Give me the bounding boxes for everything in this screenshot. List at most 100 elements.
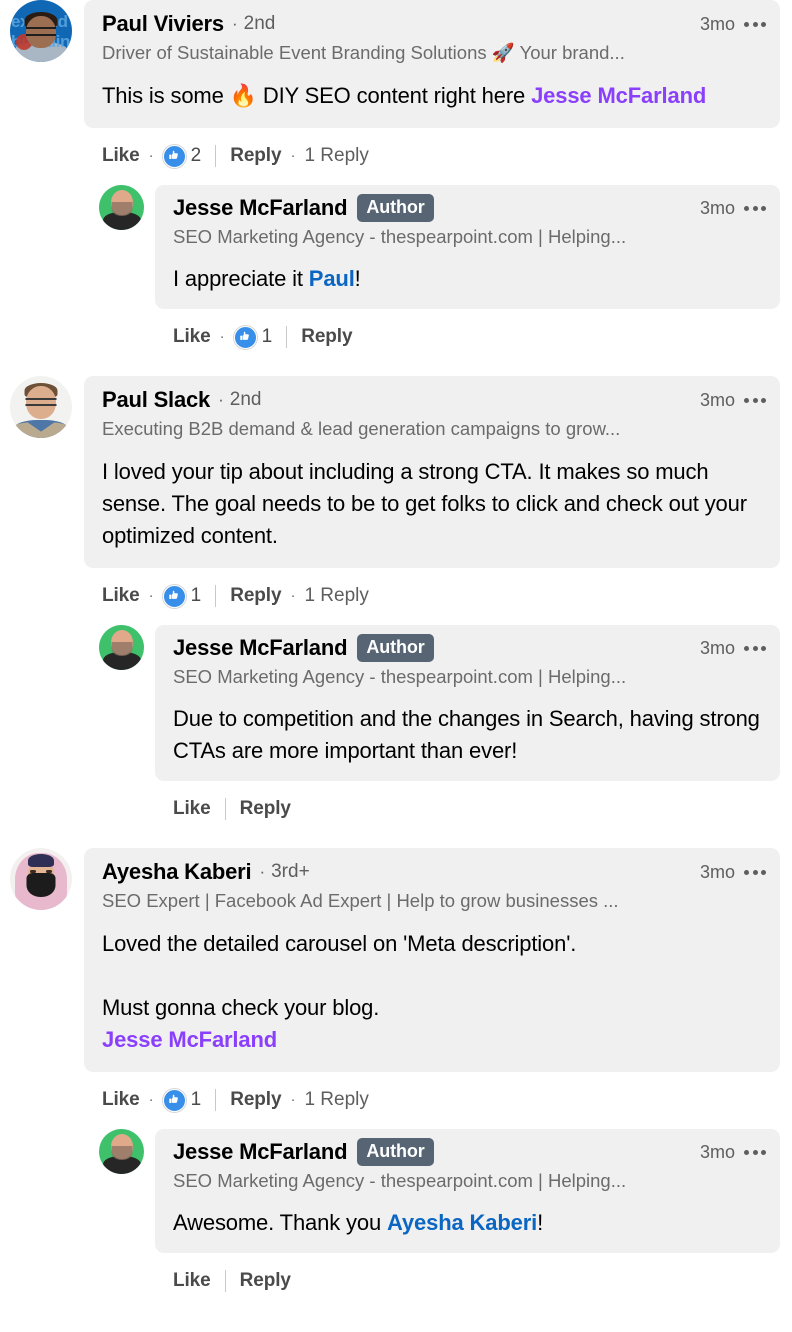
actions-divider: [215, 1089, 217, 1111]
comment-options-menu-icon[interactable]: [744, 644, 766, 653]
comment-bubble: Jesse McFarland Author SEO Marketing Agenc…: [155, 1129, 780, 1253]
like-button[interactable]: Like: [173, 325, 211, 349]
like-button[interactable]: Like: [173, 1269, 211, 1293]
timestamp: 3mo: [699, 1142, 735, 1162]
like-button[interactable]: Like: [102, 144, 140, 168]
reaction-summary[interactable]: 1: [162, 584, 202, 608]
avatar-wrapper: [99, 185, 144, 230]
degree-separator: ·: [259, 862, 266, 881]
avatar-beard: [111, 202, 132, 216]
action-dot: ·: [148, 147, 154, 164]
reaction-count: 1: [261, 326, 273, 347]
comment-text: I loved your tip about including a stron…: [102, 459, 753, 548]
comment-body: Ayesha Kaberi · 3rd+ SEO Expert | Facebook …: [84, 848, 780, 1115]
reaction-summary[interactable]: 2: [162, 144, 202, 168]
reply-button[interactable]: Reply: [230, 144, 281, 168]
timestamp: 3mo: [699, 638, 735, 658]
like-button[interactable]: Like: [102, 584, 140, 608]
avatar-wrapper: [99, 625, 144, 670]
comment-body: Paul Slack · 2nd Executing B2B demand & lea…: [84, 376, 780, 611]
reply-button[interactable]: Reply: [301, 325, 352, 349]
comment-identity: Jesse McFarland Author SEO Marketing Agenc…: [173, 194, 626, 250]
avatar-wrapper: expand branding: [10, 0, 72, 62]
author-name[interactable]: Jesse McFarland: [173, 634, 348, 662]
actions-divider: [224, 798, 226, 820]
comment-bubble: Jesse McFarland Author SEO Marketing Agenc…: [155, 625, 780, 781]
reaction-count: 1: [190, 1089, 202, 1110]
connection-degree: 3rd+: [271, 861, 310, 882]
author-headline: Executing B2B demand & lead generation c…: [102, 418, 621, 439]
comment-text: Awesome. Thank you Ayesha Kaberi!: [173, 1210, 544, 1235]
comment-text: Loved the detailed carousel on 'Meta des…: [102, 931, 577, 1052]
comment-header: Jesse McFarland Author SEO Marketing Agenc…: [173, 194, 766, 250]
reaction-summary[interactable]: 1: [233, 325, 273, 349]
reaction-count: 1: [190, 585, 202, 606]
comment-meta: 3mo: [700, 10, 766, 35]
comment-options-menu-icon[interactable]: [744, 1148, 766, 1157]
mention-link-blue[interactable]: Ayesha Kaberi: [387, 1210, 537, 1235]
comment-options-menu-icon[interactable]: [744, 20, 766, 29]
comment-options-menu-icon[interactable]: [744, 868, 766, 877]
timestamp: 3mo: [699, 14, 735, 34]
comment-bubble: Jesse McFarland Author SEO Marketing Agenc…: [155, 185, 780, 309]
actions-divider: [215, 585, 217, 607]
comment-identity: Jesse McFarland Author SEO Marketing Agenc…: [173, 1138, 626, 1194]
author-name[interactable]: Paul Slack: [102, 386, 210, 414]
comment-options-menu-icon[interactable]: [744, 396, 766, 405]
author-name[interactable]: Paul Viviers: [102, 10, 224, 38]
comment-body: Jesse McFarland Author SEO Marketing Agenc…: [155, 185, 780, 352]
author-headline: SEO Expert | Facebook Ad Expert | Help t…: [102, 890, 619, 911]
replies-count[interactable]: 1 Reply: [304, 144, 368, 168]
comment-header: Ayesha Kaberi · 3rd+ SEO Expert | Facebook …: [102, 858, 766, 914]
degree-separator: ·: [218, 390, 224, 409]
action-dot: ·: [290, 587, 296, 604]
reaction-count: 2: [190, 145, 202, 166]
mention-link-purple[interactable]: Jesse McFarland: [102, 1027, 277, 1052]
avatar-ayesha-kaberi[interactable]: [10, 848, 72, 910]
comment-meta: 3mo: [700, 194, 766, 219]
avatar-wrapper: [10, 848, 72, 910]
author-name[interactable]: Ayesha Kaberi: [102, 858, 252, 886]
reply-button[interactable]: Reply: [230, 584, 281, 608]
reply-button[interactable]: Reply: [240, 1269, 291, 1293]
like-button[interactable]: Like: [173, 797, 211, 821]
connection-degree: 2nd: [243, 13, 276, 34]
mention-link-blue[interactable]: Paul: [309, 266, 355, 291]
author-headline: SEO Marketing Agency - thespearpoint.com…: [173, 1170, 627, 1191]
comment-bubble: Ayesha Kaberi · 3rd+ SEO Expert | Facebook …: [84, 848, 780, 1072]
avatar-jesse-mcfarland[interactable]: [99, 625, 144, 670]
avatar-face-mask: [26, 873, 56, 897]
author-badge: Author: [357, 634, 434, 662]
replies-count[interactable]: 1 Reply: [304, 584, 368, 608]
comment-actions: Like · 1 Reply · 1 Reply: [84, 568, 780, 611]
like-button[interactable]: Like: [102, 1088, 140, 1112]
comment-text: I appreciate it Paul!: [173, 266, 361, 291]
avatar-paul-slack[interactable]: [10, 376, 72, 438]
avatar-jesse-mcfarland[interactable]: [99, 1129, 144, 1174]
comment-options-menu-icon[interactable]: [744, 204, 766, 213]
author-name[interactable]: Jesse McFarland: [173, 194, 348, 222]
comment-identity: Paul Viviers · 2nd Driver of Sustainable Ev…: [102, 10, 625, 66]
action-dot: ·: [290, 147, 296, 164]
reply-button[interactable]: Reply: [230, 1088, 281, 1112]
comment-header: Jesse McFarland Author SEO Marketing Agenc…: [173, 1138, 766, 1194]
actions-divider: [286, 326, 288, 348]
reaction-summary[interactable]: 1: [162, 1088, 202, 1112]
comment-actions: Like · 2 Reply · 1 Reply: [84, 128, 780, 171]
comment-identity: Jesse McFarland Author SEO Marketing Agenc…: [173, 634, 626, 690]
avatar-jesse-mcfarland[interactable]: [99, 185, 144, 230]
comment-header: Jesse McFarland Author SEO Marketing Agenc…: [173, 634, 766, 690]
comment-actions: Like Reply: [155, 1253, 780, 1296]
reply-button[interactable]: Reply: [240, 797, 291, 821]
avatar-wrapper: [10, 376, 72, 438]
comment-text: This is some 🔥 DIY SEO content right her…: [102, 83, 707, 108]
author-name[interactable]: Jesse McFarland: [173, 1138, 348, 1166]
author-row: Jesse McFarland Author: [173, 634, 626, 662]
avatar-glasses: [26, 27, 56, 36]
author-badge: Author: [357, 194, 434, 222]
comment-header: Paul Viviers · 2nd Driver of Sustainable Ev…: [102, 10, 766, 66]
mention-link-purple[interactable]: Jesse McFarland: [531, 83, 706, 108]
avatar-paul-viviers[interactable]: expand branding: [10, 0, 72, 62]
replies-count[interactable]: 1 Reply: [304, 1088, 368, 1112]
